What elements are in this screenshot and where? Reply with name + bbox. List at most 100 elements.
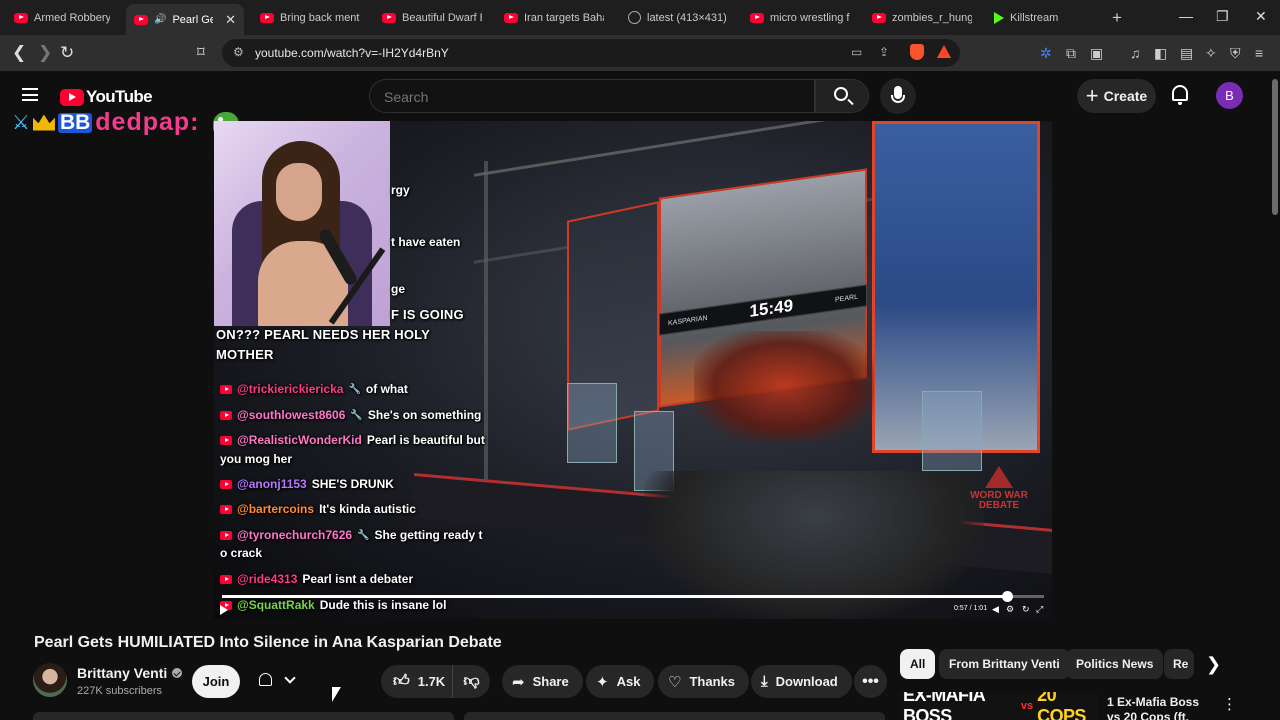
- tab-bring-back[interactable]: Bring back mental: [252, 4, 368, 31]
- scrollbar-thumb[interactable]: [1272, 79, 1278, 215]
- share-url-icon[interactable]: ⇪: [879, 45, 889, 59]
- search-button[interactable]: [815, 79, 869, 113]
- search-icon: [834, 87, 848, 101]
- recommended-video-thumbnail[interactable]: EX-MAFIA BOSS vs 20 COPS: [900, 692, 1098, 720]
- search-input[interactable]: [384, 89, 784, 105]
- play-icon[interactable]: [220, 605, 228, 615]
- fire-backdrop: [694, 331, 874, 441]
- recommended-video-title[interactable]: 1 Ex-Mafia Boss vs 20 Cops (ft. Micha: [1107, 695, 1213, 720]
- streamer-webcam: [214, 121, 390, 326]
- address-bar[interactable]: ⚙ youtube.com/watch?v=-IH2Yd4rBnY ▭ ⇪: [222, 39, 960, 67]
- tab-title: Beautiful Dwarf Ba: [402, 11, 482, 24]
- subscription-bell-button[interactable]: [250, 665, 310, 698]
- brand-name: dedpap:: [95, 108, 200, 136]
- ask-label: Ask: [616, 674, 641, 689]
- channel-avatar[interactable]: [33, 663, 67, 697]
- screenshot-icon[interactable]: ▣: [1090, 45, 1103, 62]
- close-window-icon[interactable]: ✕: [1255, 8, 1267, 25]
- account-avatar[interactable]: B: [1216, 82, 1243, 109]
- brave-shields-icon[interactable]: [910, 44, 924, 60]
- chat-text: Pearl is beautiful but: [366, 433, 485, 447]
- channel-name[interactable]: Brittany Venti: [77, 665, 183, 681]
- tab-armed-robbery[interactable]: Armed Robbery O: [6, 4, 118, 31]
- thanks-button[interactable]: ♡ Thanks: [658, 665, 749, 698]
- music-icon[interactable]: ♫: [1130, 45, 1141, 61]
- chip-all[interactable]: All: [900, 649, 936, 679]
- voice-search-button[interactable]: [880, 78, 916, 114]
- chat-message: @bartercoins It's kinda autistic: [220, 502, 416, 516]
- speaker-icon[interactable]: 🔊: [154, 14, 166, 25]
- download-button[interactable]: ⤓ Download: [751, 665, 852, 698]
- site-info-icon[interactable]: ⚙: [233, 45, 244, 59]
- cast-icon[interactable]: ▭: [851, 45, 862, 59]
- join-button[interactable]: Join: [192, 665, 240, 698]
- more-vertical-icon[interactable]: ⋮: [1222, 695, 1237, 713]
- more-actions-button[interactable]: •••: [854, 665, 887, 698]
- settings-icon[interactable]: ⚙: [1006, 604, 1014, 615]
- chevron-down-icon: [284, 672, 296, 684]
- chat-text: Pearl isnt a debater: [302, 572, 414, 586]
- like-button[interactable]: 👍︎ 1.7K: [381, 665, 453, 698]
- hamburger-menu-icon[interactable]: [22, 88, 38, 101]
- tab-iran[interactable]: Iran targets Baha'i: [496, 4, 612, 31]
- chip-politics-news[interactable]: Politics News: [1066, 649, 1164, 679]
- chat-text: It's kinda autistic: [319, 502, 416, 516]
- fullscreen-icon[interactable]: ⤢: [1036, 604, 1043, 615]
- download-label: Download: [775, 674, 838, 689]
- notifications-bell-icon[interactable]: [1172, 85, 1188, 105]
- tab-title: Armed Robbery O: [34, 11, 110, 24]
- volume-icon[interactable]: ◀: [992, 604, 999, 615]
- share-icon: ➦: [512, 673, 525, 691]
- menu-icon[interactable]: ≡: [1255, 45, 1263, 61]
- restore-icon[interactable]: ❐: [1216, 8, 1229, 25]
- brave-rewards-icon[interactable]: [937, 45, 951, 58]
- chat-text: Dude this is insane lol: [319, 598, 447, 612]
- create-button[interactable]: + Create: [1077, 79, 1156, 113]
- chip-from-channel[interactable]: From Brittany Venti: [939, 649, 1070, 679]
- browser-toolbar: ❮ ❯ ↻ ⌑ ⚙ youtube.com/watch?v=-IH2Yd4rBn…: [0, 35, 1280, 71]
- tab-pearl-gets[interactable]: 🔊 Pearl Gets ✕: [126, 4, 244, 35]
- video-player[interactable]: KASPARIAN 15:49 PEARL WORD WAR DEBATE rg…: [214, 121, 1052, 619]
- extension-icon[interactable]: ✲: [1040, 45, 1052, 62]
- chat-fragment: t have eaten: [391, 235, 461, 249]
- back-icon[interactable]: ❮: [12, 43, 26, 63]
- chip-related[interactable]: Re: [1164, 649, 1194, 679]
- forward-icon[interactable]: ❯: [38, 43, 52, 63]
- like-count: 1.7K: [417, 674, 446, 689]
- tab-micro-wrestling[interactable]: micro wrestling fe: [742, 4, 858, 31]
- youtube-logo-text: YouTube: [86, 87, 153, 106]
- chevron-right-icon[interactable]: ❯: [1206, 654, 1224, 674]
- stage-logo-mark-icon: [985, 466, 1013, 488]
- tab-killstream[interactable]: Killstream: [986, 4, 1102, 31]
- youtube-logo[interactable]: YouTube: [60, 87, 153, 107]
- tab-latest[interactable]: latest (413×431): [620, 4, 736, 31]
- scrubber-handle[interactable]: [1002, 591, 1013, 602]
- tab-zombies[interactable]: zombies_r_hungry: [864, 4, 980, 31]
- chat-fragment: ge: [391, 282, 406, 296]
- vpn-icon[interactable]: ⛨: [1230, 45, 1241, 62]
- youtube-chat-icon: [220, 574, 232, 584]
- bookmark-icon[interactable]: ⌑: [197, 43, 205, 63]
- extensions-puzzle-icon[interactable]: ⧉: [1066, 45, 1076, 62]
- sidebar-icon[interactable]: ◧: [1154, 45, 1167, 62]
- comments-preview[interactable]: [464, 712, 885, 720]
- minimize-icon[interactable]: —: [1179, 8, 1193, 24]
- description-box[interactable]: [33, 712, 454, 720]
- progress-bar[interactable]: [222, 591, 1044, 602]
- ask-button[interactable]: ✦ Ask: [586, 665, 655, 698]
- wallet-icon[interactable]: ▤: [1180, 45, 1193, 62]
- page-scrollbar[interactable]: [1270, 71, 1280, 720]
- dislike-button[interactable]: 👎︎: [453, 672, 490, 691]
- podium-left: [567, 383, 617, 463]
- channel-name-text[interactable]: Brittany Venti: [77, 665, 167, 681]
- search-box[interactable]: [369, 79, 815, 113]
- ai-assistant-icon[interactable]: ✧: [1205, 45, 1217, 62]
- close-tab-icon[interactable]: ✕: [225, 12, 236, 28]
- verified-check-icon: [172, 668, 183, 678]
- tab-dwarf[interactable]: Beautiful Dwarf Ba: [374, 4, 490, 31]
- share-button[interactable]: ➦ Share: [502, 665, 583, 698]
- replay-icon[interactable]: ↻: [1022, 604, 1030, 615]
- reload-icon[interactable]: ↻: [60, 43, 74, 63]
- new-tab-icon[interactable]: +: [1112, 8, 1122, 28]
- url-text[interactable]: youtube.com/watch?v=-IH2Yd4rBnY: [255, 46, 449, 60]
